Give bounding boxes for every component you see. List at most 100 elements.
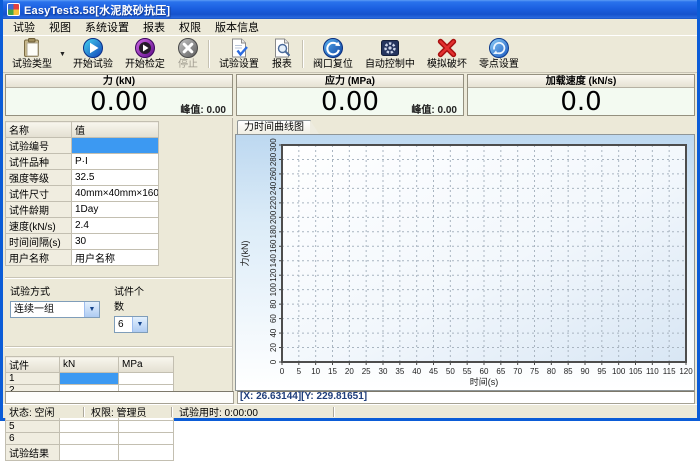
readout-row: [X: 26.63144][Y: 229.81651] (3, 391, 697, 404)
param-name-cell: 用户名称 (6, 250, 72, 266)
menu-view[interactable]: 视图 (42, 18, 78, 36)
result-cell[interactable] (119, 373, 174, 385)
force-gauge-display: 0.00 峰值: 0.00 (6, 88, 232, 116)
start-test-button[interactable]: 开始试验 (67, 37, 119, 71)
table-row: 试验结果 (6, 445, 174, 461)
table-row: 试件尺寸40mm×40mm×160mm (6, 186, 159, 202)
svg-text:15: 15 (328, 367, 337, 376)
toolbar-separator (302, 40, 304, 68)
valve-reset-button[interactable]: 阀口复位 (307, 37, 359, 71)
svg-text:25: 25 (362, 367, 371, 376)
svg-text:5: 5 (297, 367, 302, 376)
auto-control-button[interactable]: 自动控制中 (359, 37, 421, 71)
result-cell[interactable] (60, 373, 119, 385)
param-name-cell: 速度(kN/s) (6, 218, 72, 234)
red-x-icon (436, 37, 458, 59)
zero-set-icon (488, 37, 510, 59)
svg-text:160: 160 (269, 239, 278, 253)
valve-reset-label: 阀口复位 (313, 59, 353, 70)
test-mode-select[interactable]: 连续一组 ▼ (10, 301, 100, 318)
status-permission: 权限: 管理员 (85, 404, 171, 419)
stop-label: 停止 (178, 59, 198, 70)
test-type-label: 试验类型 (12, 59, 52, 70)
svg-text:65: 65 (496, 367, 505, 376)
menu-permission[interactable]: 权限 (172, 18, 208, 36)
titlebar[interactable]: EasyTest3.58[水泥胶砂抗压] (3, 0, 697, 19)
param-value-cell[interactable]: 2.4 (72, 218, 159, 234)
specimen-count-label: 试件个数 (114, 283, 148, 313)
start-verify-button[interactable]: 开始检定 (119, 37, 171, 71)
param-name-cell: 试验编号 (6, 138, 72, 154)
svg-text:240: 240 (269, 181, 278, 195)
svg-text:100: 100 (612, 367, 626, 376)
chart-area: 力时间曲线图 051015202530354045505560657075808… (233, 118, 697, 391)
param-value-cell[interactable] (72, 138, 159, 154)
menu-version-info[interactable]: 版本信息 (208, 18, 266, 36)
dropdown-arrow-icon[interactable]: ▼ (84, 302, 99, 317)
statusbar: 状态: 空闲 权限: 管理员 试验用时: 0:00:00 (3, 404, 697, 418)
param-value-cell[interactable]: 40mm×40mm×160mm (72, 186, 159, 202)
status-state: 状态: 空闲 (3, 404, 83, 419)
stress-gauge: 应力 (MPa) 0.00 峰值: 0.00 (236, 74, 464, 116)
svg-text:40: 40 (412, 367, 421, 376)
tab-force-time-curve[interactable]: 力时间曲线图 (237, 120, 311, 134)
test-mode-label: 试验方式 (10, 283, 100, 298)
table-row: 试件品种P·I (6, 154, 159, 170)
force-time-chart[interactable]: 0510152025303540455055606570758085909510… (236, 135, 694, 390)
menubar: 试验 视图 系统设置 报表 权限 版本信息 (3, 19, 697, 36)
param-value-cell[interactable]: 用户名称 (72, 250, 159, 266)
param-value-cell[interactable]: 30 (72, 234, 159, 250)
result-cell[interactable] (60, 445, 119, 461)
svg-text:120: 120 (679, 367, 693, 376)
param-value-cell[interactable]: P·I (72, 154, 159, 170)
app-window: EasyTest3.58[水泥胶砂抗压] 试验 视图 系统设置 报表 权限 版本… (0, 0, 700, 421)
table-row: 试验编号 (6, 138, 159, 154)
param-value-cell[interactable]: 32.5 (72, 170, 159, 186)
speed-value: 0.0 (560, 87, 601, 117)
menu-system-settings[interactable]: 系统设置 (78, 18, 136, 36)
zero-set-button[interactable]: 零点设置 (473, 37, 525, 71)
dropdown-arrow-icon[interactable]: ▼ (132, 317, 147, 332)
parameters-table: 名称 值 试验编号 试件品种P·I 强度等级32.5 试件尺寸40mm×40mm… (5, 121, 159, 266)
menu-test[interactable]: 试验 (6, 18, 42, 36)
svg-text:140: 140 (269, 254, 278, 268)
svg-text:75: 75 (530, 367, 539, 376)
clipboard-icon (21, 37, 43, 59)
svg-text:300: 300 (269, 138, 278, 152)
specimen-count-select[interactable]: 6 ▼ (114, 316, 148, 333)
result-cell[interactable] (119, 433, 174, 445)
gauge-row: 力 (kN) 0.00 峰值: 0.00 应力 (MPa) 0.00 峰值: 0… (3, 73, 697, 118)
result-cell[interactable] (60, 433, 119, 445)
test-mode-value: 连续一组 (11, 302, 84, 317)
table-row: 5 (6, 421, 174, 433)
main-area: 名称 值 试验编号 试件品种P·I 强度等级32.5 试件尺寸40mm×40mm… (3, 118, 697, 391)
result-cell[interactable] (119, 421, 174, 433)
result-cell[interactable] (119, 445, 174, 461)
status-elapsed-time: 试验用时: 0:00:00 (173, 404, 333, 419)
svg-text:260: 260 (269, 167, 278, 181)
speed-gauge: 加载速度 (kN/s) 0.0 (467, 74, 695, 116)
chevron-down-icon[interactable]: ▼ (59, 51, 66, 58)
menu-report[interactable]: 报表 (136, 18, 172, 36)
window-title: EasyTest3.58[水泥胶砂抗压] (24, 2, 170, 18)
test-type-button[interactable]: 试验类型 (6, 37, 58, 71)
svg-text:280: 280 (269, 152, 278, 166)
svg-text:105: 105 (629, 367, 643, 376)
force-gauge: 力 (kN) 0.00 峰值: 0.00 (5, 74, 233, 116)
svg-text:100: 100 (269, 282, 278, 296)
report-button[interactable]: 报表 (265, 37, 299, 71)
param-name-cell: 时间间隔(s) (6, 234, 72, 250)
force-value: 0.00 (90, 87, 148, 117)
stress-gauge-display: 0.00 峰值: 0.00 (237, 88, 463, 116)
test-settings-button[interactable]: 试验设置 (213, 37, 265, 71)
report-label: 报表 (272, 59, 292, 70)
document-check-icon (228, 37, 250, 59)
table-row: 强度等级32.5 (6, 170, 159, 186)
param-value-cell[interactable]: 1Day (72, 202, 159, 218)
svg-text:95: 95 (597, 367, 606, 376)
table-row: 试件龄期1Day (6, 202, 159, 218)
mode-section: 试验方式 连续一组 ▼ 试件个数 6 ▼ (5, 278, 232, 339)
simulate-break-button[interactable]: 模拟破坏 (421, 37, 473, 71)
result-cell[interactable] (60, 421, 119, 433)
svg-text:0: 0 (280, 367, 285, 376)
